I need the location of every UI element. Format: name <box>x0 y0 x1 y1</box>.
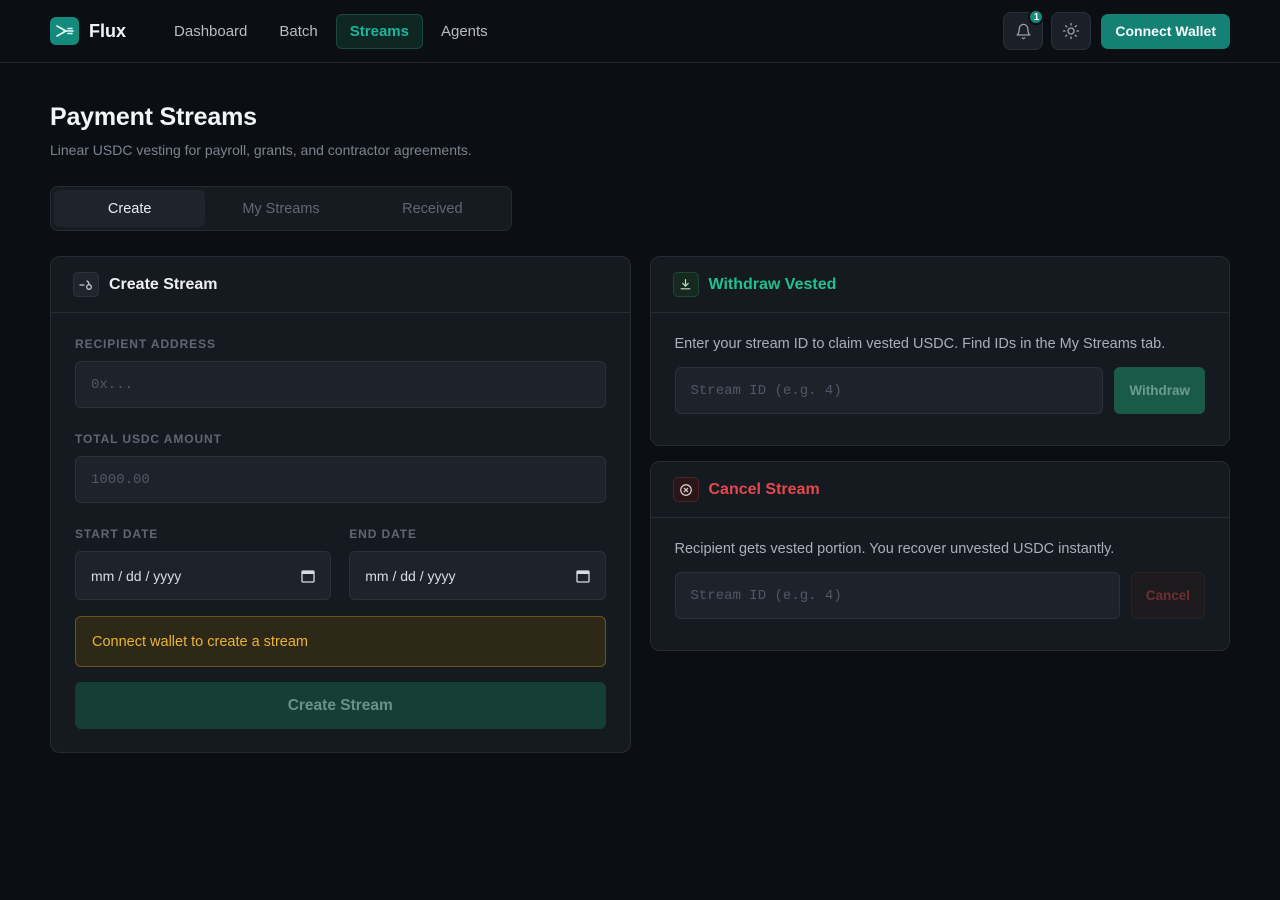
start-date-input[interactable]: mm / dd / yyyy <box>75 551 332 600</box>
nav-streams[interactable]: Streams <box>335 13 423 49</box>
end-date-value: mm / dd / yyyy <box>365 567 456 584</box>
cancel-stream-card: Cancel Stream Recipient gets vested port… <box>649 461 1230 651</box>
calendar-icon <box>301 569 315 583</box>
main-nav: Dashboard Batch Streams Agents <box>160 13 502 49</box>
content-grid: Create Stream Recipient Address Total US… <box>50 256 1230 753</box>
end-date-label: End Date <box>349 527 417 541</box>
cancel-circle-icon <box>672 477 699 502</box>
create-stream-title: Create Stream <box>109 275 218 293</box>
nav-dashboard[interactable]: Dashboard <box>160 14 261 49</box>
bell-icon <box>1016 23 1031 39</box>
cancel-stream-header: Cancel Stream <box>650 462 1229 518</box>
nav-batch[interactable]: Batch <box>265 14 331 49</box>
cancel-button[interactable]: Cancel <box>1130 572 1205 619</box>
page-title: Payment Streams <box>50 103 257 131</box>
page-subtitle: Linear USDC vesting for payroll, grants,… <box>50 142 472 158</box>
start-date-label: Start Date <box>75 527 159 541</box>
notifications-button[interactable]: 1 <box>1003 9 1045 50</box>
page-content: Payment Streams Linear USDC vesting for … <box>0 63 1280 753</box>
cancel-stream-title: Cancel Stream <box>708 480 820 498</box>
withdraw-button[interactable]: Withdraw <box>1114 367 1205 414</box>
theme-toggle-button[interactable] <box>1051 12 1092 50</box>
end-date-input[interactable]: mm / dd / yyyy <box>349 551 606 600</box>
cancel-stream-id-input[interactable] <box>674 572 1120 619</box>
brand[interactable]: Flux <box>50 17 126 45</box>
create-stream-form: Recipient Address Total USDC Amount Star… <box>51 313 630 752</box>
download-icon <box>672 272 699 297</box>
notification-badge: 1 <box>1028 9 1045 25</box>
brand-name: Flux <box>89 20 127 41</box>
withdraw-vested-card: Withdraw Vested Enter your stream ID to … <box>649 256 1230 446</box>
recipient-address-input[interactable] <box>75 361 606 408</box>
tab-create[interactable]: Create <box>54 190 206 227</box>
recipient-address-label: Recipient Address <box>75 337 216 351</box>
total-amount-input[interactable] <box>75 456 606 503</box>
nav-agents[interactable]: Agents <box>427 14 502 49</box>
flux-logo-icon <box>50 17 79 45</box>
create-stream-card: Create Stream Recipient Address Total US… <box>50 256 631 753</box>
connect-wallet-button[interactable]: Connect Wallet <box>1101 13 1230 49</box>
tab-received[interactable]: Received <box>357 190 508 227</box>
tab-my-streams[interactable]: My Streams <box>205 190 356 227</box>
right-column: Withdraw Vested Enter your stream ID to … <box>649 256 1230 753</box>
create-stream-button[interactable]: Create Stream <box>75 682 606 729</box>
cancel-stream-body: Recipient gets vested portion. You recov… <box>651 518 1230 650</box>
stream-icon <box>73 272 99 297</box>
calendar-icon <box>575 569 590 583</box>
sun-icon <box>1063 22 1080 40</box>
top-bar: Flux Dashboard Batch Streams Agents 1 Co… <box>0 0 1280 63</box>
date-row: Start Date mm / dd / yyyy End Date <box>75 527 606 615</box>
total-amount-label: Total USDC Amount <box>75 432 222 446</box>
header-actions: 1 Connect Wallet <box>1003 9 1230 50</box>
start-date-value: mm / dd / yyyy <box>91 567 182 584</box>
cancel-row: Cancel <box>674 572 1205 619</box>
create-stream-header: Create Stream <box>51 257 630 313</box>
withdraw-row: Withdraw <box>674 367 1205 414</box>
connect-wallet-warning: Connect wallet to create a stream <box>75 616 606 667</box>
withdraw-vested-header: Withdraw Vested <box>650 257 1229 313</box>
withdraw-vested-body: Enter your stream ID to claim vested USD… <box>651 313 1230 445</box>
withdraw-description: Enter your stream ID to claim vested USD… <box>674 336 1166 352</box>
withdraw-vested-title: Withdraw Vested <box>708 275 837 293</box>
withdraw-stream-id-input[interactable] <box>674 367 1104 414</box>
stream-tabs: Create My Streams Received <box>50 186 512 231</box>
cancel-description: Recipient gets vested portion. You recov… <box>674 541 1115 557</box>
